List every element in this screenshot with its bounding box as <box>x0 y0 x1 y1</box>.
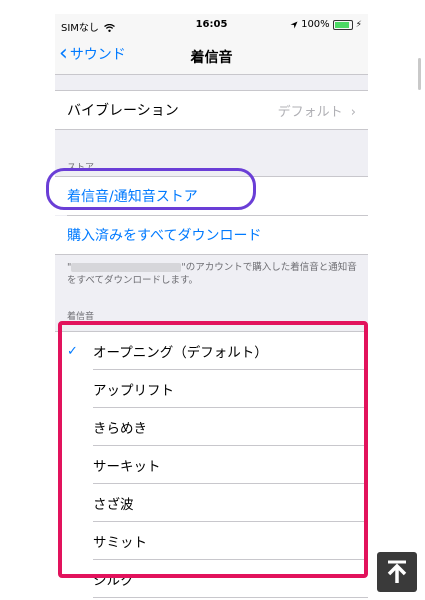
scroll-to-top-button[interactable] <box>377 552 417 592</box>
vibration-value-text: デフォルト <box>277 104 343 120</box>
annotation-circle <box>46 168 256 210</box>
charging-bolt-icon: ⚡ <box>355 19 362 30</box>
location-arrow-icon <box>290 21 298 28</box>
page-title: 着信音 <box>190 50 233 66</box>
download-all-purchased-button[interactable]: 購入済みをすべてダウンロード <box>55 216 368 254</box>
battery-fill <box>334 21 349 28</box>
navigation-bar: ‹ サウンド 着信音 <box>55 36 368 75</box>
redacted-account <box>71 263 182 272</box>
store-footer-note: " "のアカウントで購入した着信音と通知音をすべてダウンロードします。 <box>67 261 359 287</box>
vibration-cell[interactable]: バイブレーション デフォルト › <box>55 91 368 129</box>
chevron-right-icon: › <box>350 104 356 120</box>
battery-percent: 100% <box>301 19 330 30</box>
status-right: 100% ⚡ <box>290 19 362 30</box>
battery-icon <box>332 19 353 30</box>
status-bar: SIMなし 16:05 100% ⚡ <box>55 14 368 36</box>
divider <box>55 129 368 130</box>
row-divider <box>93 597 368 598</box>
vibration-label: バイブレーション <box>67 103 179 119</box>
divider <box>55 254 368 255</box>
scrollbar-thumb[interactable] <box>418 58 421 90</box>
arrow-up-to-line-icon <box>387 560 407 583</box>
vibration-value: デフォルト › <box>278 101 356 120</box>
annotation-highlight-box <box>58 321 368 578</box>
